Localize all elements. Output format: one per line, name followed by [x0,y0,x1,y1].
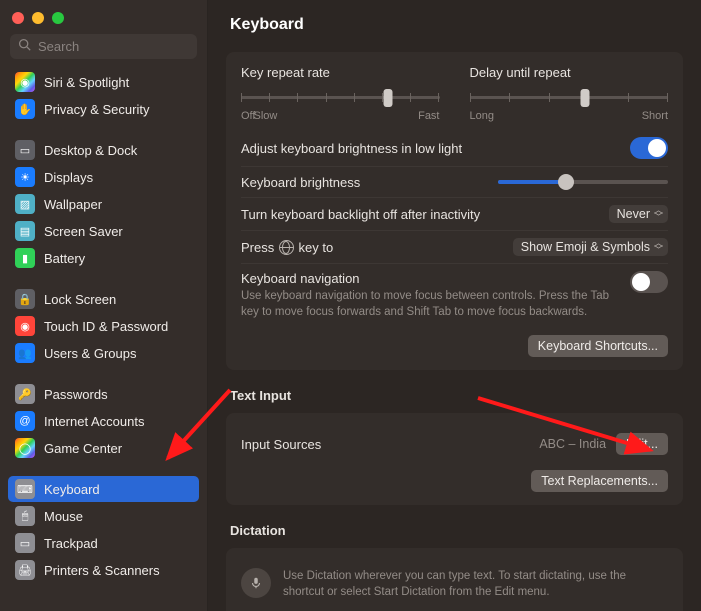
sidebar-item-label: Keyboard [44,482,100,497]
sidebar-item-displays[interactable]: ☀ Displays [8,164,199,190]
edit-input-sources-button[interactable]: Edit... [616,433,668,455]
backlight-off-select[interactable]: Never ︿﹀ [609,205,668,223]
delay-thumb[interactable] [580,89,589,107]
sidebar-item-lock-screen[interactable]: 🔒 Lock Screen [8,286,199,312]
sidebar-item-siri-spotlight[interactable]: ◉ Siri & Spotlight [8,69,199,95]
sidebar-item-label: Wallpaper [44,197,102,212]
window-controls [0,0,207,30]
search-input[interactable] [10,34,197,59]
keyboard-nav-toggle[interactable] [630,271,668,293]
sidebar-item-wallpaper[interactable]: ▨ Wallpaper [8,191,199,217]
sidebar-nav: ◉ Siri & Spotlight ✋ Privacy & Security ▭ Des… [0,69,207,611]
sidebar-item-game-center[interactable]: ◯ Game Center [8,435,199,461]
sidebar: ◉ Siri & Spotlight ✋ Privacy & Security ▭ Des… [0,0,208,611]
sidebar-item-label: Game Center [44,441,122,456]
key-repeat-thumb[interactable] [383,89,392,107]
input-sources-value: ABC – India [539,437,606,451]
fingerprint-icon: ◉ [15,316,35,336]
dictation-desc: Use Dictation wherever you can type text… [283,568,668,600]
sidebar-item-label: Siri & Spotlight [44,75,129,90]
sidebar-item-mouse[interactable]: 🖱 Mouse [8,503,199,529]
keyboard-nav-label: Keyboard navigation [241,271,618,286]
sidebar-item-users-groups[interactable]: 👥 Users & Groups [8,340,199,366]
displays-icon: ☀ [15,167,35,187]
sidebar-item-battery[interactable]: ▮ Battery [8,245,199,271]
sidebar-item-label: Privacy & Security [44,102,149,117]
printer-icon: 🖨 [15,560,35,580]
sidebar-item-desktop-dock[interactable]: ▭ Desktop & Dock [8,137,199,163]
sidebar-item-label: Displays [44,170,93,185]
text-replacements-button[interactable]: Text Replacements... [531,470,668,492]
at-icon: @ [15,411,35,431]
sidebar-item-label: Printers & Scanners [44,563,160,578]
auto-brightness-label: Adjust keyboard brightness in low light [241,141,462,156]
hand-icon: ✋ [15,99,35,119]
input-sources-label: Input Sources [241,437,321,452]
text-input-panel: Input Sources ABC – India Edit... Text R… [226,413,683,505]
sidebar-item-label: Battery [44,251,85,266]
repeat-slow-label: Slow [253,110,277,122]
trackpad-icon: ▭ [15,533,35,553]
sidebar-item-label: Passwords [44,387,108,402]
sidebar-item-label: Screen Saver [44,224,123,239]
chevron-updown-icon: ︿﹀ [654,240,663,254]
keyboard-panel: Key repeat rate Off Slow Fast Delay unti… [226,52,683,370]
battery-icon: ▮ [15,248,35,268]
gamecenter-icon: ◯ [15,438,35,458]
sidebar-item-touch-id-password[interactable]: ◉ Touch ID & Password [8,313,199,339]
dictation-section-title: Dictation [230,523,679,538]
key-icon: 🔑 [15,384,35,404]
users-icon: 👥 [15,343,35,363]
page-title: Keyboard [230,16,679,34]
close-window-button[interactable] [12,12,24,24]
brightness-slider[interactable] [498,174,668,190]
press-globe-select[interactable]: Show Emoji & Symbols ︿﹀ [513,238,668,256]
main-content: Keyboard Key repeat rate Off Slow Fast D… [208,0,701,611]
sidebar-item-label: Mouse [44,509,83,524]
keyboard-shortcuts-button[interactable]: Keyboard Shortcuts... [528,335,668,357]
search-icon [18,38,31,56]
auto-brightness-toggle[interactable] [630,137,668,159]
brightness-label: Keyboard brightness [241,175,360,190]
dictation-panel: Use Dictation wherever you can type text… [226,548,683,611]
keyboard-icon: ⌨ [15,479,35,499]
sidebar-item-label: Users & Groups [44,346,136,361]
chevron-updown-icon: ︿﹀ [654,207,663,221]
delay-long-label: Long [470,110,494,122]
sidebar-item-label: Touch ID & Password [44,319,168,334]
desktop-icon: ▭ [15,140,35,160]
sidebar-item-label: Lock Screen [44,292,116,307]
sidebar-item-printers-scanners[interactable]: 🖨 Printers & Scanners [8,557,199,583]
sidebar-item-privacy-security[interactable]: ✋ Privacy & Security [8,96,199,122]
delay-short-label: Short [642,110,668,122]
sidebar-item-screen-saver[interactable]: ▤ Screen Saver [8,218,199,244]
sidebar-item-label: Desktop & Dock [44,143,137,158]
siri-icon: ◉ [15,72,35,92]
zoom-window-button[interactable] [52,12,64,24]
sidebar-item-label: Internet Accounts [44,414,144,429]
sidebar-item-internet-accounts[interactable]: @ Internet Accounts [8,408,199,434]
globe-icon [279,240,294,255]
backlight-off-label: Turn keyboard backlight off after inacti… [241,207,480,222]
search-field[interactable] [10,34,197,59]
mouse-icon: 🖱 [15,506,35,526]
wallpaper-icon: ▨ [15,194,35,214]
sidebar-item-keyboard[interactable]: ⌨ Keyboard [8,476,199,502]
microphone-icon [241,568,271,598]
text-input-section-title: Text Input [230,388,679,403]
keyboard-nav-desc: Use keyboard navigation to move focus be… [241,288,618,320]
sidebar-item-passwords[interactable]: 🔑 Passwords [8,381,199,407]
repeat-fast-label: Fast [418,110,439,122]
minimize-window-button[interactable] [32,12,44,24]
screensaver-icon: ▤ [15,221,35,241]
lock-icon: 🔒 [15,289,35,309]
key-repeat-rate-slider[interactable]: Key repeat rate Off Slow Fast [241,65,440,122]
delay-label: Delay until repeat [470,65,669,80]
press-globe-label: Press key to [241,240,333,255]
key-repeat-label: Key repeat rate [241,65,440,80]
sidebar-item-trackpad[interactable]: ▭ Trackpad [8,530,199,556]
delay-until-repeat-slider[interactable]: Delay until repeat Long Short [470,65,669,122]
sidebar-item-label: Trackpad [44,536,98,551]
